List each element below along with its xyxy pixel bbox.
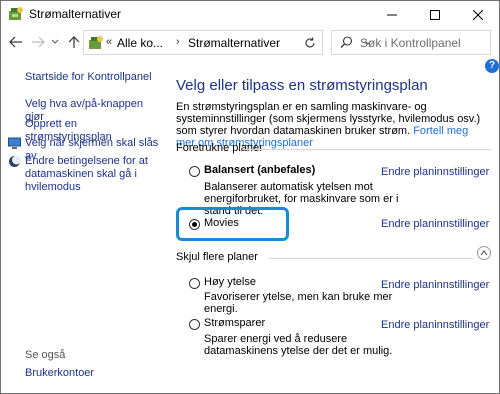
plan-balanced-radio[interactable]	[189, 166, 200, 177]
minimize-button[interactable]	[371, 1, 413, 28]
section-divider	[269, 258, 473, 259]
window-title: Strømalternativer	[29, 7, 122, 21]
plan-high-performance-desc: Favoriserer ytelse, men kan bruke mer en…	[204, 291, 393, 315]
monitor-icon	[8, 137, 21, 149]
recent-pages-button[interactable]	[49, 33, 61, 51]
search-icon	[340, 36, 353, 48]
plan-power-saver-radio[interactable]	[189, 319, 200, 330]
title-bar: Strømalternativer	[1, 1, 499, 28]
power-options-icon	[89, 36, 103, 49]
address-bar[interactable]: « Alle ko... › Strømalternativer	[83, 30, 372, 55]
chevron-up-icon	[480, 250, 488, 256]
window: Strømalternativer « Alle ko... › Strømal…	[0, 0, 500, 394]
close-icon	[473, 9, 483, 20]
page-title: Velg eller tilpass en strømstyringsplan	[176, 77, 428, 94]
section-divider	[242, 149, 491, 150]
plan-high-performance-name[interactable]: Høy ytelse	[204, 276, 256, 288]
main-content: Velg eller tilpass en strømstyringsplan …	[166, 57, 491, 393]
arrow-right-icon	[32, 36, 45, 48]
plan-high-performance-change-link[interactable]: Endre planinnstillinger	[381, 279, 489, 291]
forward-button[interactable]	[29, 33, 47, 51]
breadcrumb-power-options[interactable]: Strømalternativer	[188, 36, 280, 50]
plan-movies-name[interactable]: Movies	[204, 217, 239, 229]
close-button[interactable]	[457, 1, 499, 28]
maximize-button[interactable]	[414, 1, 456, 28]
see-also-heading: Se også	[25, 349, 66, 361]
minimize-icon	[387, 14, 397, 15]
plan-high-performance-radio[interactable]	[189, 278, 200, 289]
plan-movies-radio[interactable]	[189, 219, 200, 230]
plan-movies-change-link[interactable]: Endre planinnstillinger	[381, 218, 489, 230]
sidebar-item-sleep-settings[interactable]: Endre betingelsene for at datamaskinen s…	[25, 155, 157, 194]
moon-sleep-icon	[9, 155, 21, 167]
plan-balanced-change-link[interactable]: Endre planinnstillinger	[381, 166, 489, 178]
hide-plans-heading[interactable]: Skjul flere planer	[176, 251, 258, 263]
preferred-plans-heading: Foretrukne planer	[176, 142, 263, 154]
plan-power-saver-name[interactable]: Strømsparer	[204, 317, 265, 329]
sidebar: Startside for Kontrollpanel Velg hva av/…	[1, 57, 161, 393]
breadcrumb-overflow[interactable]: «	[106, 36, 112, 48]
collapse-button[interactable]	[477, 246, 491, 260]
refresh-icon	[305, 36, 315, 47]
navigation-bar: « Alle ko... › Strømalternativer Søk i K…	[1, 29, 499, 56]
arrow-left-icon	[9, 36, 22, 48]
plan-balanced-name[interactable]: Balansert (anbefales)	[204, 164, 315, 176]
arrow-up-icon	[68, 36, 80, 48]
breadcrumb-separator[interactable]: ›	[176, 36, 180, 48]
plan-power-saver-change-link[interactable]: Endre planinnstillinger	[381, 319, 489, 331]
maximize-icon	[430, 9, 440, 20]
breadcrumb-all-control-panel[interactable]: Alle ko...	[117, 36, 163, 50]
power-options-icon	[9, 7, 23, 20]
refresh-button[interactable]	[297, 30, 323, 55]
sidebar-item-user-accounts[interactable]: Brukerkontoer	[25, 367, 94, 380]
search-box[interactable]: Søk i Kontrollpanel	[331, 30, 491, 55]
plan-power-saver-desc: Sparer energi ved å redusere datamaskine…	[204, 333, 393, 357]
sidebar-item-control-panel-home[interactable]: Startside for Kontrollpanel	[25, 71, 152, 84]
chevron-down-icon	[51, 39, 59, 44]
search-placeholder: Søk i Kontrollpanel	[360, 36, 461, 50]
up-button[interactable]	[65, 33, 83, 51]
back-button[interactable]	[7, 33, 25, 51]
